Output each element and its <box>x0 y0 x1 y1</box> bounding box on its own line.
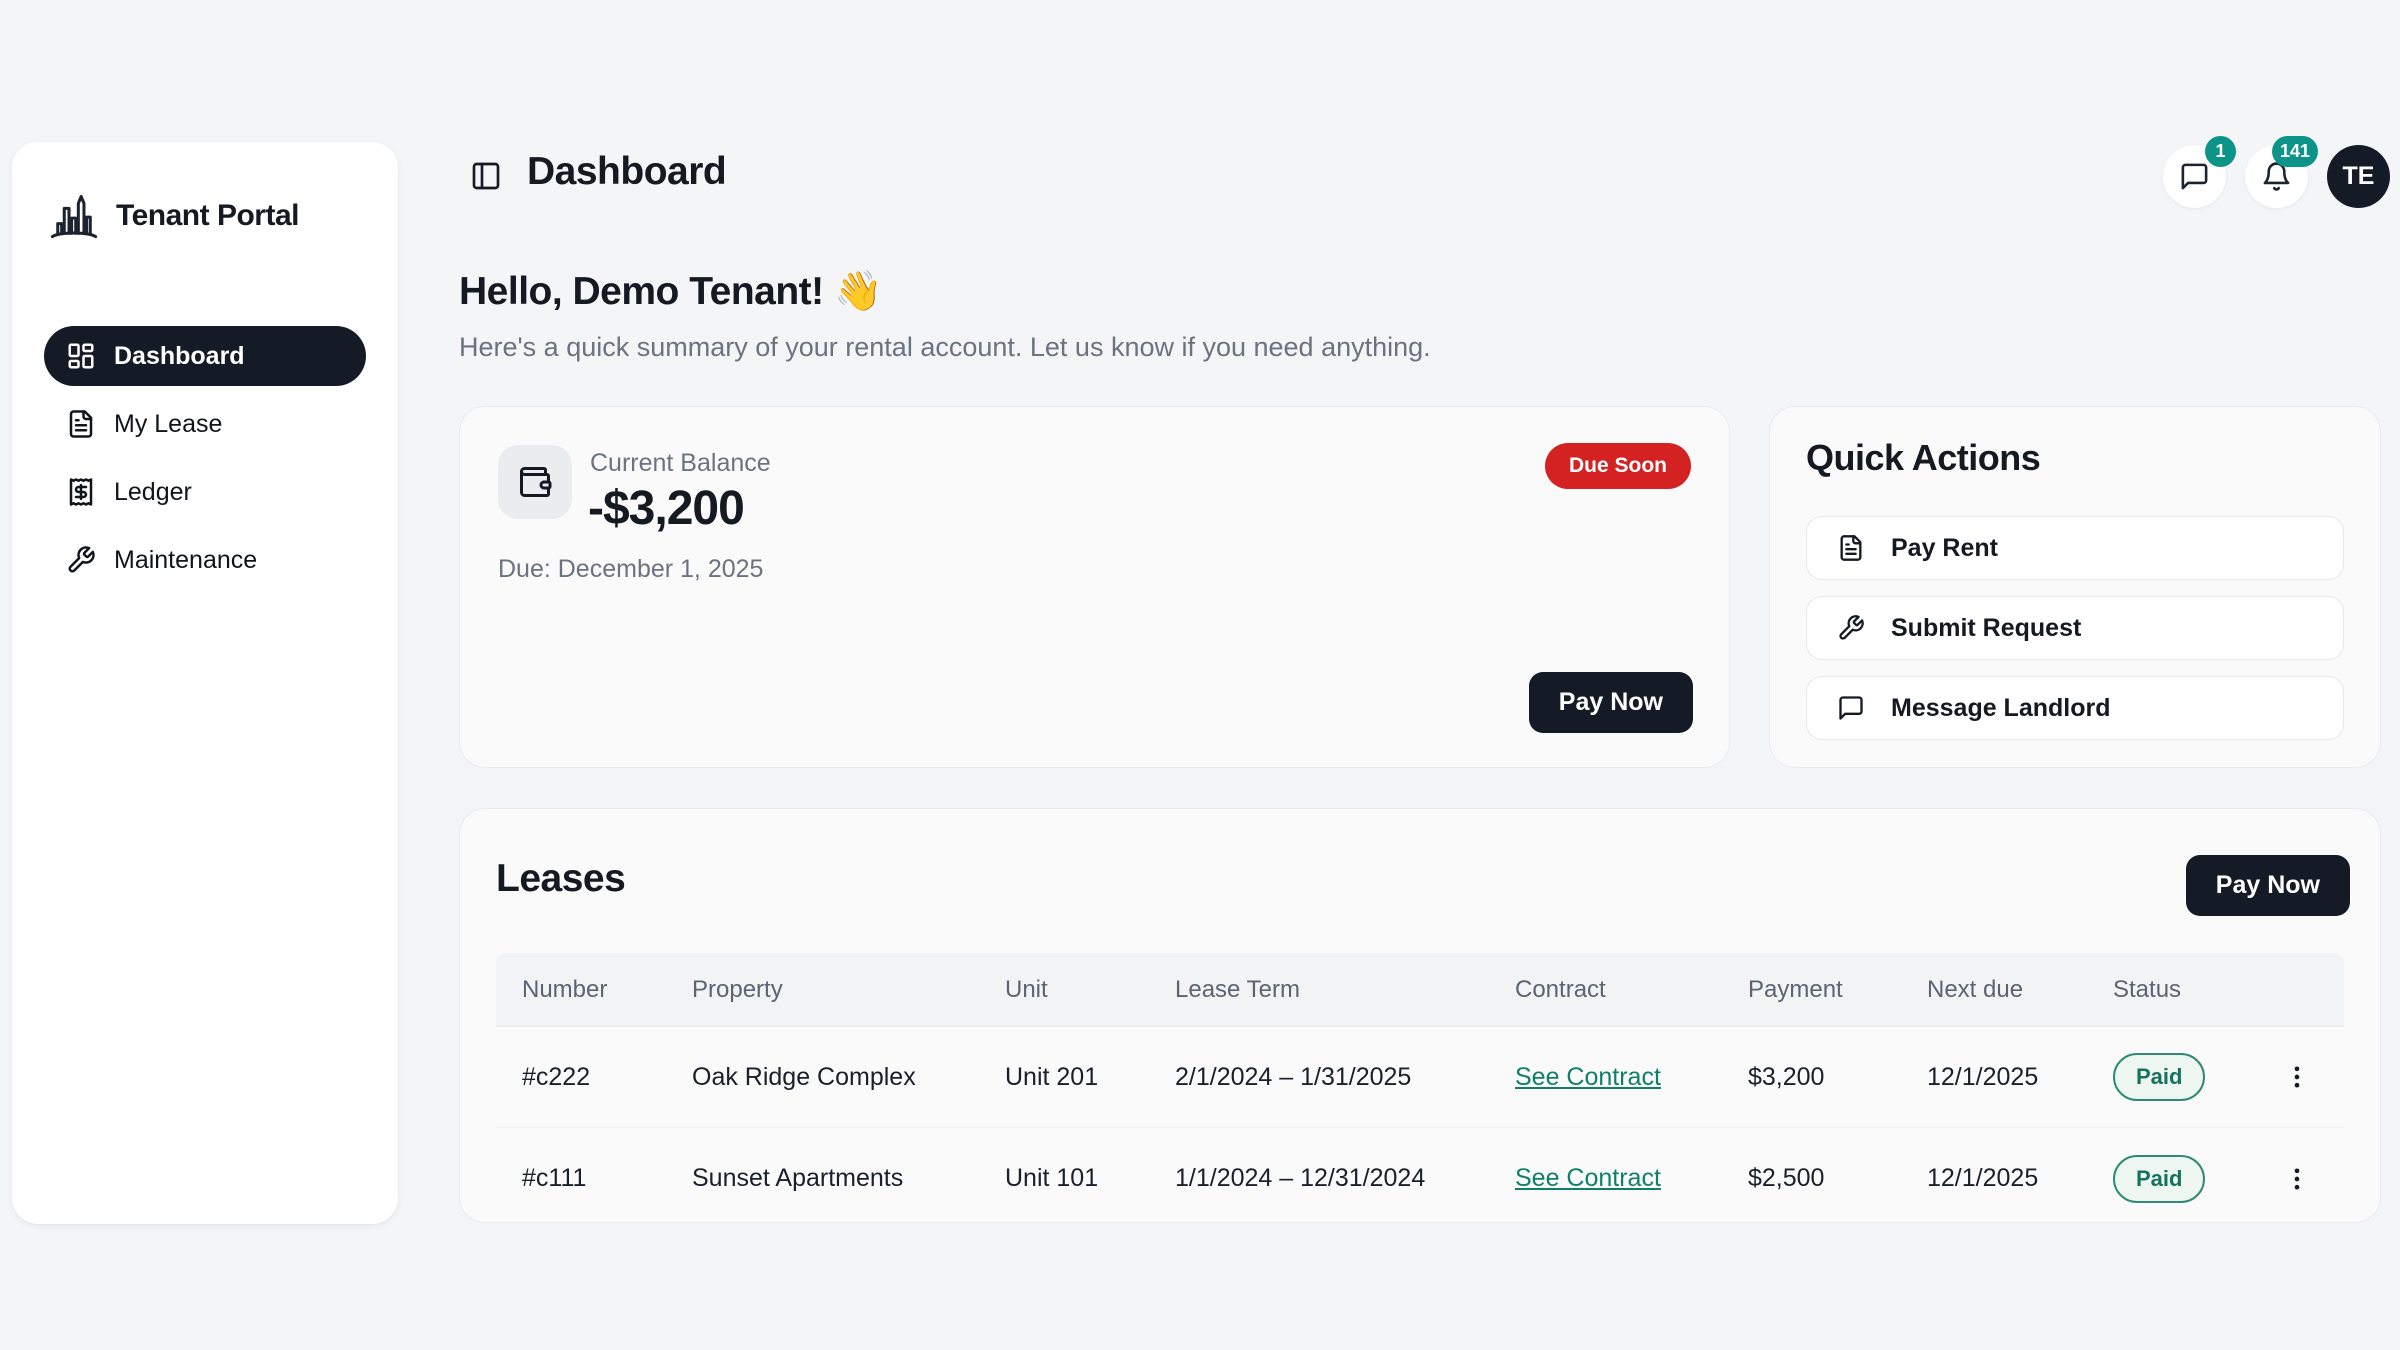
sidebar-item-dashboard[interactable]: Dashboard <box>44 326 366 386</box>
due-date-text: Due: December 1, 2025 <box>498 555 763 584</box>
sidebar-item-my-lease[interactable]: My Lease <box>44 394 366 454</box>
column-header-lease-term: Lease Term <box>1175 976 1515 1004</box>
notifications-count-badge: 141 <box>2272 136 2318 167</box>
lease-term: 2/1/2024 – 1/31/2025 <box>1175 1063 1515 1092</box>
status-badge: Paid <box>2113 1053 2205 1101</box>
lease-next-due: 12/1/2025 <box>1927 1063 2113 1092</box>
request-wrench-icon <box>1837 614 1865 642</box>
city-buildings-logo-icon <box>48 190 100 242</box>
pay-now-button[interactable]: Pay Now <box>1529 672 1693 733</box>
ledger-receipt-icon <box>66 477 96 507</box>
column-header-payment: Payment <box>1748 976 1927 1004</box>
sidebar-nav: Dashboard My Lease Ledger Maintenance <box>44 326 366 590</box>
column-header-contract: Contract <box>1515 976 1748 1004</box>
lease-term: 1/1/2024 – 12/31/2024 <box>1175 1164 1515 1193</box>
brand: Tenant Portal <box>44 190 366 242</box>
message-icon <box>1837 694 1865 722</box>
column-header-number: Number <box>522 976 692 1004</box>
chat-bubble-icon <box>2179 161 2210 192</box>
maintenance-wrench-icon <box>66 545 96 575</box>
page-title: Dashboard <box>527 150 726 194</box>
leases-pay-now-button[interactable]: Pay Now <box>2186 855 2350 916</box>
sidebar-item-maintenance[interactable]: Maintenance <box>44 530 366 590</box>
column-header-status: Status <box>2113 976 2283 1004</box>
lease-payment: $2,500 <box>1748 1164 1927 1193</box>
leases-title: Leases <box>496 857 625 901</box>
header-actions: 1 141 TE <box>2163 145 2390 208</box>
row-menu-button[interactable] <box>2283 1063 2346 1091</box>
greeting-title: Hello, Demo Tenant! 👋 <box>459 268 882 314</box>
quick-actions-list: Pay Rent Submit Request Message Landlord <box>1806 516 2344 740</box>
lease-next-due: 12/1/2025 <box>1927 1164 2113 1193</box>
message-landlord-button[interactable]: Message Landlord <box>1806 676 2344 740</box>
current-balance-card: Current Balance -$3,200 Due Soon Due: De… <box>459 406 1730 768</box>
dashboard-icon <box>66 341 96 371</box>
sidebar-item-ledger[interactable]: Ledger <box>44 462 366 522</box>
lease-unit: Unit 201 <box>1005 1063 1175 1092</box>
lease-property: Oak Ridge Complex <box>692 1063 1005 1092</box>
messages-button[interactable]: 1 <box>2163 145 2226 208</box>
status-badge: Paid <box>2113 1155 2205 1203</box>
greeting-subtitle: Here's a quick summary of your rental ac… <box>459 332 1431 363</box>
brand-name: Tenant Portal <box>116 199 299 233</box>
leases-table-header: NumberPropertyUnitLease TermContractPaym… <box>496 953 2344 1027</box>
see-contract-link[interactable]: See Contract <box>1515 1063 1661 1091</box>
leases-table: NumberPropertyUnitLease TermContractPaym… <box>496 953 2344 1223</box>
lease-number: #c222 <box>522 1063 692 1092</box>
balance-amount: -$3,200 <box>588 481 744 536</box>
see-contract-link[interactable]: See Contract <box>1515 1164 1661 1192</box>
wallet-icon <box>498 445 572 519</box>
column-header-next-due: Next due <box>1927 976 2113 1004</box>
lease-unit: Unit 101 <box>1005 1164 1175 1193</box>
user-avatar[interactable]: TE <box>2327 145 2390 208</box>
sidebar-toggle-icon[interactable] <box>470 160 502 192</box>
lease-payment: $3,200 <box>1748 1063 1927 1092</box>
lease-table-row: #c111 Sunset Apartments Unit 101 1/1/202… <box>496 1128 2344 1223</box>
due-soon-badge: Due Soon <box>1545 443 1691 489</box>
balance-label: Current Balance <box>590 449 771 478</box>
sidebar: Tenant Portal Dashboard My Lease Ledger … <box>12 142 398 1224</box>
row-menu-button[interactable] <box>2283 1165 2346 1193</box>
column-header-property: Property <box>692 976 1005 1004</box>
lease-table-row: #c222 Oak Ridge Complex Unit 201 2/1/202… <box>496 1027 2344 1128</box>
leases-card: Leases Pay Now NumberPropertyUnitLease T… <box>459 808 2381 1223</box>
pay-rent-button[interactable]: Pay Rent <box>1806 516 2344 580</box>
lease-property: Sunset Apartments <box>692 1164 1005 1193</box>
column-header-unit: Unit <box>1005 976 1175 1004</box>
pay-rent-document-icon <box>1837 534 1865 562</box>
lease-document-icon <box>66 409 96 439</box>
messages-count-badge: 1 <box>2205 136 2236 167</box>
lease-number: #c111 <box>522 1164 692 1193</box>
notifications-button[interactable]: 141 <box>2245 145 2308 208</box>
quick-actions-card: Quick Actions Pay Rent Submit Request Me… <box>1769 406 2381 768</box>
quick-actions-title: Quick Actions <box>1806 437 2040 479</box>
submit-request-button[interactable]: Submit Request <box>1806 596 2344 660</box>
